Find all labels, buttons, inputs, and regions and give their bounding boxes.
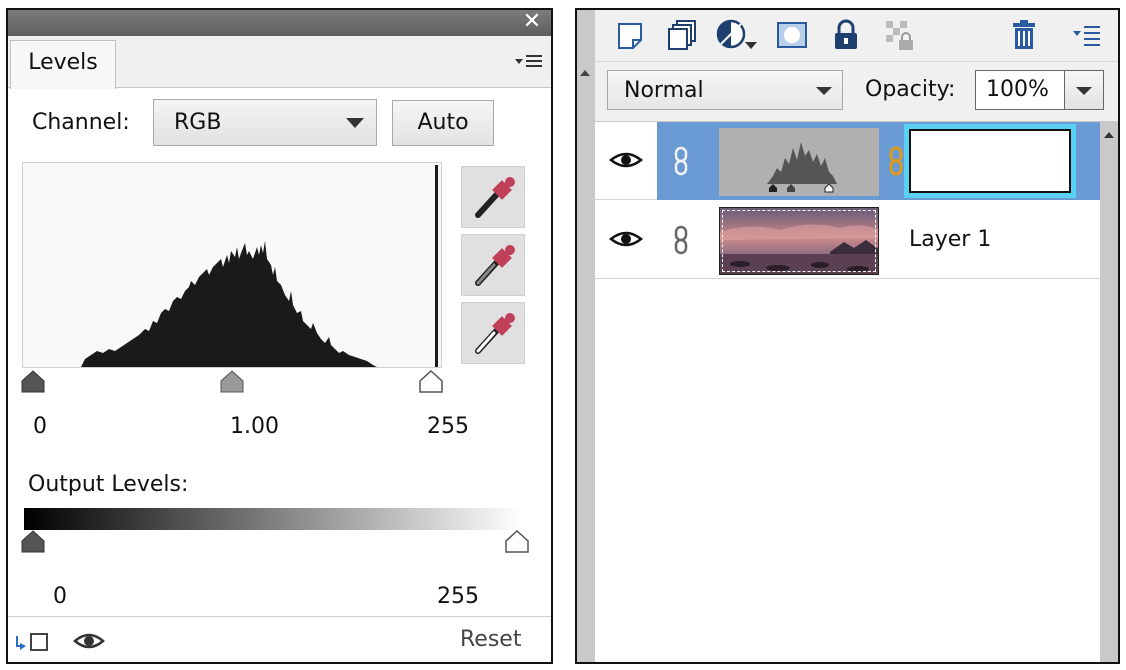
- input-gamma-value[interactable]: 1.00: [230, 414, 279, 439]
- mask-thumbnail-fill: [909, 129, 1071, 193]
- channel-label: Channel:: [32, 110, 130, 135]
- white-output-handle[interactable]: [504, 530, 530, 554]
- adjustment-layer-icon[interactable]: [715, 18, 763, 52]
- vertical-scrollbar[interactable]: [1100, 122, 1118, 662]
- histogram-fill: [81, 241, 377, 367]
- delete-layer-icon[interactable]: [1007, 18, 1041, 52]
- footer-divider: [8, 616, 551, 617]
- input-levels-slider[interactable]: [18, 370, 448, 396]
- input-white-value[interactable]: 255: [427, 414, 469, 439]
- blend-mode-select[interactable]: Normal: [607, 70, 843, 110]
- panel-menu-icon[interactable]: [515, 50, 543, 72]
- lock-transparency-icon[interactable]: [883, 18, 917, 52]
- layer-mask-icon[interactable]: [775, 18, 809, 52]
- new-layer-icon[interactable]: [613, 18, 647, 52]
- output-levels-label: Output Levels:: [28, 472, 189, 497]
- layers-list: Layer 1: [595, 122, 1100, 662]
- auto-button[interactable]: Auto: [392, 100, 494, 146]
- thumbnail-selection-border: [722, 210, 876, 272]
- lock-all-icon[interactable]: [829, 18, 863, 52]
- tab-strip: Levels: [8, 36, 551, 89]
- histogram-thumbnail-icon: [767, 142, 837, 193]
- layers-toolbar: [595, 10, 1118, 62]
- layer-image-thumbnail[interactable]: [719, 207, 879, 275]
- panel-titlebar[interactable]: ✕: [8, 10, 551, 36]
- white-point-eyedropper-icon: [475, 313, 515, 354]
- channel-select-value: RGB: [174, 110, 222, 135]
- levels-adjustment-thumbnail[interactable]: [719, 128, 879, 196]
- blend-mode-value: Normal: [624, 78, 704, 103]
- output-levels-gradient: [24, 508, 522, 530]
- input-black-value[interactable]: 0: [33, 414, 47, 439]
- link-icon[interactable]: [671, 225, 691, 255]
- levels-panel: ✕ Levels Channel: RGB Auto 0 1.00 255 Ou…: [6, 8, 553, 664]
- panel-menu-icon[interactable]: [1071, 18, 1105, 52]
- layer-row-layer-1[interactable]: Layer 1: [595, 201, 1100, 279]
- gray-point-eyedropper-icon: [475, 245, 515, 286]
- chevron-down-icon: [816, 87, 832, 95]
- tab-levels[interactable]: Levels: [10, 40, 116, 89]
- layer-name[interactable]: Layer 1: [909, 227, 991, 252]
- layers-panel: Normal Opacity: 100% Layer 1: [575, 8, 1120, 664]
- black-output-handle[interactable]: [20, 530, 46, 554]
- chevron-down-icon: [1076, 87, 1092, 95]
- channel-select[interactable]: RGB: [153, 99, 377, 146]
- histogram-clip-spike: [435, 165, 438, 367]
- white-point-eyedropper-button[interactable]: [461, 302, 525, 364]
- panel-collapse-bar[interactable]: [577, 10, 595, 662]
- close-icon[interactable]: ✕: [521, 11, 543, 33]
- black-point-eyedropper-icon: [475, 177, 515, 218]
- mask-link-icon[interactable]: [887, 146, 905, 176]
- layer-mask-thumbnail[interactable]: [904, 124, 1076, 198]
- layer-row-levels-adjustment[interactable]: [595, 122, 1100, 200]
- gray-point-eyedropper-button[interactable]: [461, 234, 525, 296]
- black-point-eyedropper-button[interactable]: [461, 166, 525, 228]
- chevron-down-icon: [346, 118, 364, 128]
- gamma-input-handle[interactable]: [219, 370, 245, 394]
- eye-icon[interactable]: [609, 227, 643, 251]
- histogram: [22, 162, 442, 368]
- link-icon[interactable]: [671, 146, 691, 176]
- opacity-input[interactable]: 100%: [975, 70, 1065, 110]
- eye-icon[interactable]: [609, 148, 643, 172]
- scroll-up-icon[interactable]: [1104, 132, 1114, 138]
- opacity-dropdown-button[interactable]: [1064, 70, 1104, 110]
- clip-to-layer-icon[interactable]: [14, 630, 54, 654]
- opacity-label: Opacity:: [865, 77, 956, 102]
- output-black-value[interactable]: 0: [53, 584, 67, 609]
- blend-options: Normal Opacity: 100%: [595, 62, 1118, 122]
- reset-button[interactable]: Reset: [460, 627, 521, 652]
- histogram-graph: [81, 165, 438, 367]
- output-white-value[interactable]: 255: [437, 584, 479, 609]
- collapse-arrow-icon[interactable]: [580, 70, 590, 76]
- eye-icon[interactable]: [72, 628, 106, 654]
- new-group-icon[interactable]: [665, 18, 699, 52]
- white-input-handle[interactable]: [418, 370, 444, 394]
- black-input-handle[interactable]: [20, 370, 46, 394]
